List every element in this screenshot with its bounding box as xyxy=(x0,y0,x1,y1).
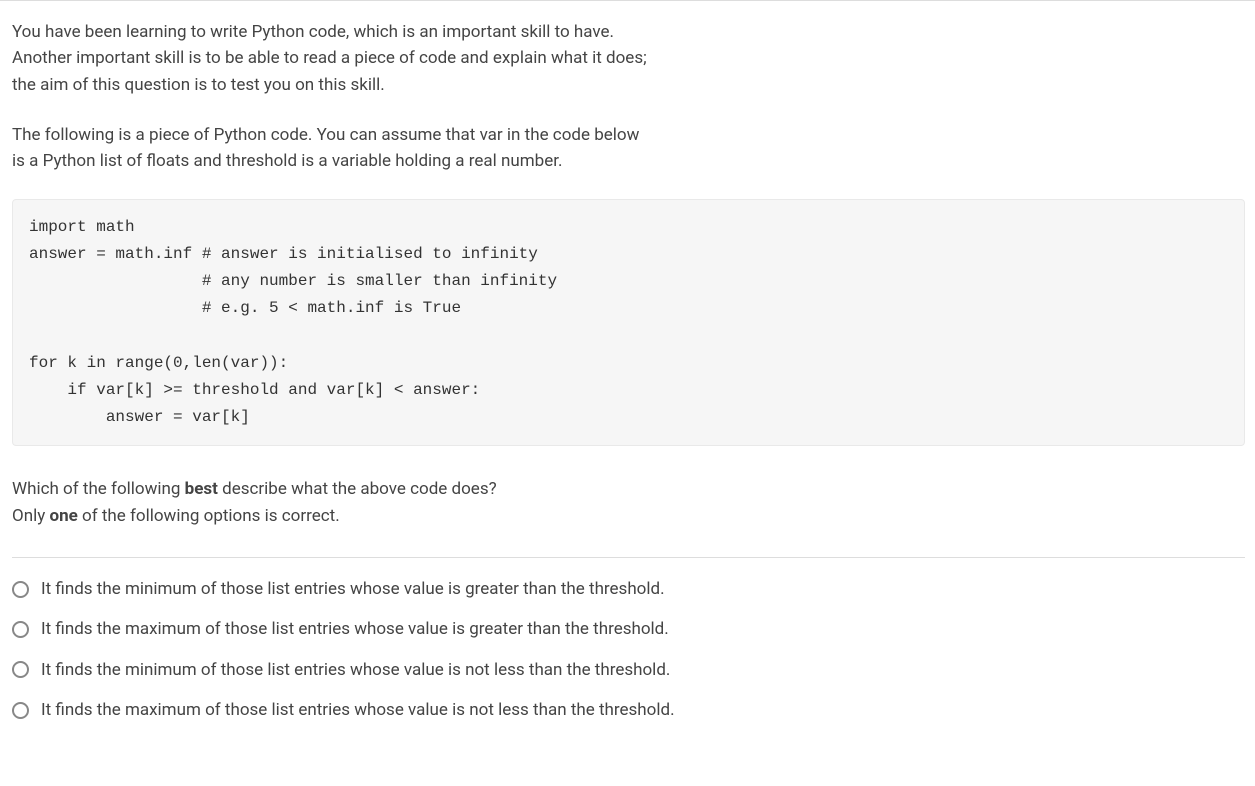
text-fragment: Only xyxy=(12,506,49,526)
question-line-1: Which of the following best describe wha… xyxy=(12,476,1245,502)
text-fragment: Which of the following xyxy=(12,479,185,499)
option-label: It finds the minimum of those list entri… xyxy=(41,576,665,602)
text-fragment: describe what the above code does? xyxy=(218,479,497,499)
intro-paragraph-2: The following is a piece of Python code.… xyxy=(12,122,1245,175)
intro-line: the aim of this question is to test you … xyxy=(12,72,1245,98)
question-line-2: Only one of the following options is cor… xyxy=(12,503,1245,529)
emphasis-best: best xyxy=(185,479,218,499)
question-prompt: Which of the following best describe wha… xyxy=(12,476,1245,529)
option-3[interactable]: It finds the minimum of those list entri… xyxy=(12,653,1245,687)
option-4[interactable]: It finds the maximum of those list entri… xyxy=(12,693,1245,727)
question-container: You have been learning to write Python c… xyxy=(0,0,1255,743)
option-label: It finds the maximum of those list entri… xyxy=(41,697,675,723)
radio-icon[interactable] xyxy=(12,621,29,638)
option-1[interactable]: It finds the minimum of those list entri… xyxy=(12,572,1245,606)
intro-line: is a Python list of floats and threshold… xyxy=(12,148,1245,174)
intro-line: You have been learning to write Python c… xyxy=(12,19,1245,45)
option-2[interactable]: It finds the maximum of those list entri… xyxy=(12,612,1245,646)
intro-paragraph-1: You have been learning to write Python c… xyxy=(12,19,1245,98)
option-label: It finds the maximum of those list entri… xyxy=(41,616,669,642)
intro-line: The following is a piece of Python code.… xyxy=(12,122,1245,148)
radio-icon[interactable] xyxy=(12,702,29,719)
text-fragment: of the following options is correct. xyxy=(78,506,340,526)
intro-line: Another important skill is to be able to… xyxy=(12,45,1245,71)
options-group: It finds the minimum of those list entri… xyxy=(12,557,1245,727)
radio-icon[interactable] xyxy=(12,661,29,678)
option-label: It finds the minimum of those list entri… xyxy=(41,657,670,683)
emphasis-one: one xyxy=(49,506,77,526)
radio-icon[interactable] xyxy=(12,581,29,598)
code-block: import math answer = math.inf # answer i… xyxy=(12,199,1245,447)
